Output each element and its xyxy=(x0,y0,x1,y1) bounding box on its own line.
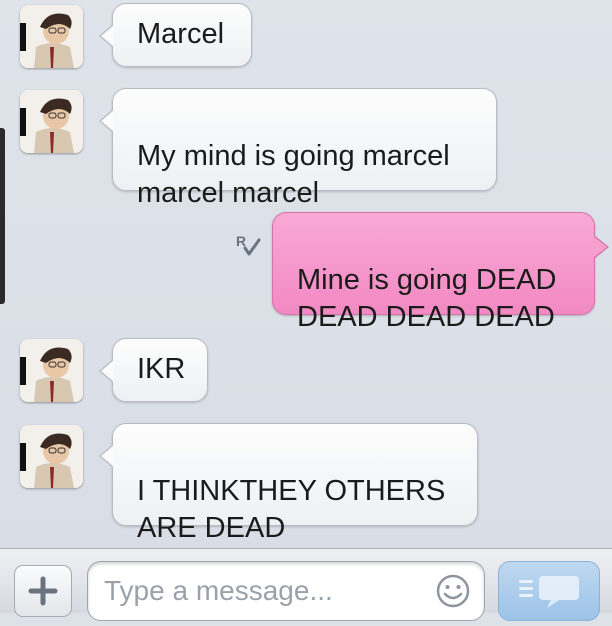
message-text: My mind is going marcel marcel marcel xyxy=(137,140,450,209)
avatar-image xyxy=(20,90,83,153)
message-field[interactable] xyxy=(87,561,485,621)
add-attachment-button[interactable] xyxy=(14,565,72,617)
message-composer xyxy=(0,548,612,621)
contact-avatar[interactable] xyxy=(20,90,83,153)
message-bubble-incoming[interactable]: IKR xyxy=(99,338,208,402)
read-receipt-icon: R xyxy=(236,233,261,256)
send-bubble-icon xyxy=(519,576,579,608)
message-input[interactable] xyxy=(104,572,424,610)
smiley-icon[interactable] xyxy=(435,573,471,609)
message-bubble-outgoing[interactable]: Mine is going DEAD DEAD DEAD DEAD xyxy=(272,212,609,333)
avatar-image xyxy=(20,339,83,402)
avatar-image xyxy=(20,5,83,68)
plus-icon xyxy=(28,576,58,606)
contact-avatar[interactable] xyxy=(20,5,83,68)
contact-avatar[interactable] xyxy=(20,425,83,488)
message-bubble-incoming[interactable]: Marcel xyxy=(99,3,252,67)
message-text: I THINKTHEY OTHERS ARE DEAD xyxy=(137,475,446,544)
contact-avatar[interactable] xyxy=(20,339,83,402)
message-bubble-incoming[interactable]: I THINKTHEY OTHERS ARE DEAD xyxy=(99,423,478,544)
message-text: IKR xyxy=(137,353,186,385)
message-text: Mine is going DEAD DEAD DEAD DEAD xyxy=(297,264,557,333)
send-button[interactable] xyxy=(498,561,600,621)
message-bubble-incoming[interactable]: My mind is going marcel marcel marcel xyxy=(99,88,497,209)
message-text: Marcel xyxy=(137,18,225,50)
conversation-view[interactable]: Marcel My mind is going marcel marcel ma… xyxy=(0,0,612,548)
side-edge xyxy=(0,128,5,304)
avatar-image xyxy=(20,425,83,488)
